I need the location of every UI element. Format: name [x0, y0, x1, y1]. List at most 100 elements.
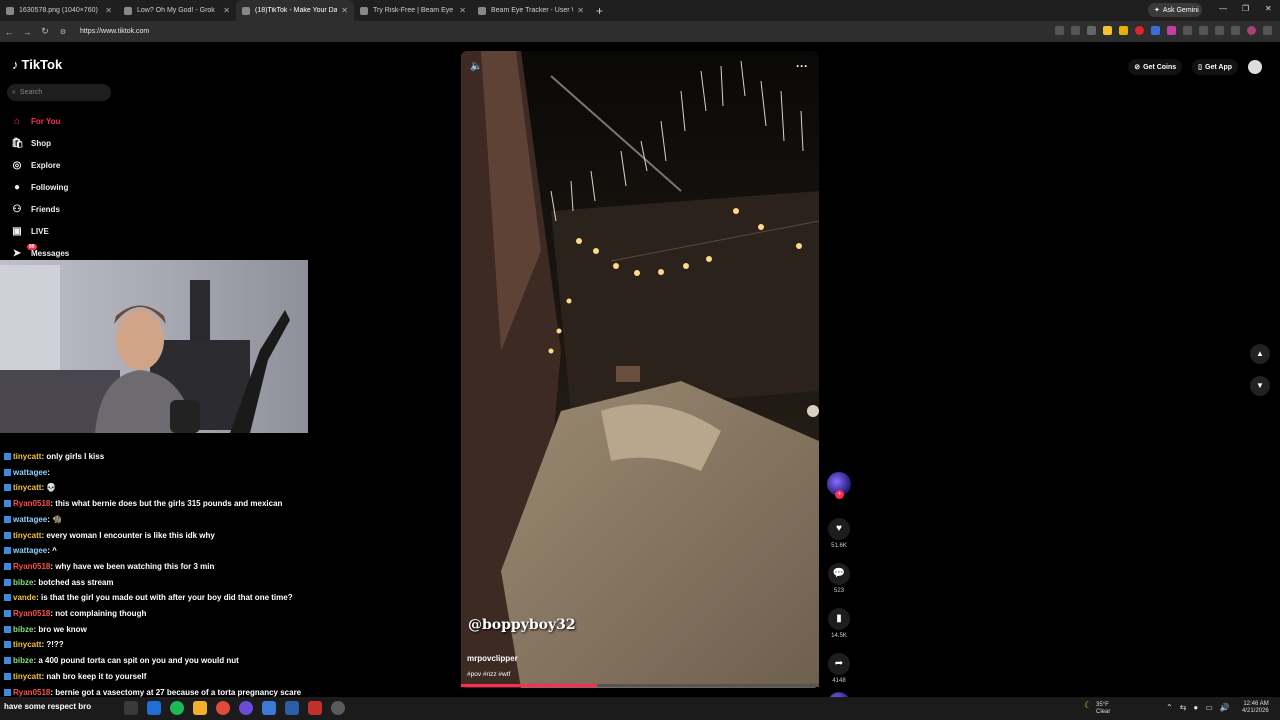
- chat-username[interactable]: wattagee: [13, 468, 47, 477]
- spotify-icon[interactable]: [170, 701, 184, 715]
- tab-close-icon[interactable]: ✕: [341, 6, 348, 15]
- mic-icon[interactable]: ●: [1193, 703, 1198, 712]
- follow-plus-icon[interactable]: +: [835, 490, 844, 499]
- chat-username[interactable]: tinycatt: [13, 452, 41, 461]
- obs-icon[interactable]: [331, 701, 345, 715]
- back-icon[interactable]: ←: [0, 27, 18, 37]
- browser-tab-1[interactable]: Low? Oh My God! - Grok ✕: [118, 0, 236, 21]
- network-icon[interactable]: ⇆: [1180, 703, 1187, 712]
- tab-close-icon[interactable]: ✕: [223, 6, 230, 15]
- ask-gemini-button[interactable]: ✦ Ask Gemini: [1148, 3, 1202, 17]
- chat-username[interactable]: bibze: [13, 625, 33, 634]
- browser-tab-2[interactable]: (18)TikTok - Make Your Day ✕: [236, 0, 354, 21]
- video-hashtags[interactable]: #pov #rizz #wtf: [467, 671, 510, 678]
- share-action[interactable]: ➦ 4148: [826, 653, 852, 684]
- extension-pink-icon[interactable]: [1167, 26, 1176, 35]
- chat-username[interactable]: Ryan0518: [13, 562, 50, 571]
- browser-tab-3[interactable]: Try Risk-Free | Beam Eye Tracke ✕: [354, 0, 472, 21]
- comment-icon[interactable]: 💬: [828, 563, 850, 585]
- bookmark-star-icon[interactable]: [1087, 26, 1096, 35]
- ask-gemini-label: Ask Gemini: [1162, 6, 1199, 14]
- discord-icon[interactable]: [239, 701, 253, 715]
- tab-close-icon[interactable]: ✕: [459, 6, 466, 15]
- profile-avatar[interactable]: [1248, 60, 1262, 74]
- share-icon[interactable]: ➦: [828, 653, 850, 675]
- extension-amber-icon[interactable]: [1119, 26, 1128, 35]
- save-count: 14.5K: [831, 633, 847, 639]
- close-window-icon[interactable]: ✕: [1265, 4, 1272, 13]
- steam-icon[interactable]: [285, 701, 299, 715]
- sidebar-item-for-you[interactable]: ⌂ For You: [11, 110, 69, 132]
- browser-menu-icon[interactable]: [1263, 26, 1272, 35]
- chat-username[interactable]: tinycatt: [13, 531, 41, 540]
- site-info-icon[interactable]: ⚙: [54, 28, 72, 36]
- sidebar-item-friends[interactable]: ⚇ Friends: [11, 198, 69, 220]
- cast-icon[interactable]: [1055, 26, 1064, 35]
- chat-username[interactable]: vande: [13, 593, 36, 602]
- chat-username[interactable]: tinycatt: [13, 640, 41, 649]
- restore-icon[interactable]: ❐: [1242, 4, 1249, 13]
- more-options-icon[interactable]: ···: [796, 59, 808, 73]
- minimize-icon[interactable]: —: [1219, 4, 1227, 13]
- tab-close-icon[interactable]: ✕: [105, 6, 112, 15]
- chat-username[interactable]: tinycatt: [13, 672, 41, 681]
- like-action[interactable]: ♥ 51.6K: [826, 518, 852, 549]
- browser-tab-0[interactable]: 1630578.png (1040×760) ✕: [0, 0, 118, 21]
- heart-icon[interactable]: ♥: [828, 518, 850, 540]
- browser-tab-4[interactable]: Beam Eye Tracker - User Web P ✕: [472, 0, 590, 21]
- reload-icon[interactable]: ↻: [36, 26, 54, 37]
- sidebar-item-following[interactable]: ● Following: [11, 176, 69, 198]
- extension-yellow-icon[interactable]: [1103, 26, 1112, 35]
- chat-username[interactable]: Ryan0518: [13, 609, 50, 618]
- speaker-icon[interactable]: 🔊: [1220, 703, 1230, 712]
- chat-username[interactable]: Ryan0518: [13, 499, 50, 508]
- tray-chevron-up-icon[interactable]: ⌃: [1166, 703, 1173, 712]
- chrome-icon[interactable]: [216, 701, 230, 715]
- next-video-chevron-down-icon[interactable]: ▼: [1250, 376, 1270, 396]
- new-tab-button[interactable]: +: [596, 4, 603, 18]
- forward-icon[interactable]: →: [18, 27, 36, 37]
- creator-name[interactable]: mrpovclipper: [467, 654, 518, 663]
- save-action[interactable]: ▮ 14.5K: [826, 608, 852, 639]
- url-field[interactable]: https://www.tiktok.com: [80, 28, 149, 35]
- sidebar-item-explore[interactable]: ◎ Explore: [11, 154, 69, 176]
- download-icon[interactable]: [1215, 26, 1224, 35]
- video-player[interactable]: [461, 51, 819, 688]
- profile-avatar-icon[interactable]: [1247, 26, 1256, 35]
- chat-username[interactable]: bibze: [13, 578, 33, 587]
- sidebar-item-shop[interactable]: 🛍 Shop: [11, 132, 69, 154]
- video-progress-bar[interactable]: [461, 684, 819, 687]
- sidebar-item-live[interactable]: ▣ LIVE: [11, 220, 69, 242]
- volume-icon[interactable]: 🔈: [470, 61, 482, 72]
- extension-blue-icon[interactable]: [1151, 26, 1160, 35]
- messages-icon: ➤: [12, 247, 22, 259]
- chat-username[interactable]: wattagee: [13, 515, 47, 524]
- split-view-icon[interactable]: [1231, 26, 1240, 35]
- tab-close-icon[interactable]: ✕: [577, 6, 584, 15]
- search-input[interactable]: ⌕ Search: [7, 84, 111, 101]
- creator-avatar[interactable]: +: [827, 472, 851, 499]
- bookmark-icon[interactable]: ▮: [828, 608, 850, 630]
- extension-red-icon[interactable]: [1135, 26, 1144, 35]
- comment-action[interactable]: 💬 523: [826, 563, 852, 594]
- extensions-puzzle-icon[interactable]: [1183, 26, 1192, 35]
- eye-off-icon[interactable]: [1071, 26, 1080, 35]
- copilot-icon[interactable]: [147, 701, 161, 715]
- display-icon[interactable]: ▭: [1205, 703, 1213, 712]
- browser-icon[interactable]: [262, 701, 276, 715]
- get-app-button[interactable]: ▯ Get App: [1192, 59, 1238, 75]
- game-launcher-icon[interactable]: [308, 701, 322, 715]
- chat-username[interactable]: wattagee: [13, 546, 47, 555]
- chat-message: tinycatt: ?!??: [4, 637, 334, 653]
- tiktok-logo[interactable]: ♪ TikTok: [12, 57, 62, 72]
- task-view-icon[interactable]: [124, 701, 138, 715]
- side-panel-icon[interactable]: [1199, 26, 1208, 35]
- chat-username[interactable]: Ryan0518: [13, 688, 50, 697]
- chat-username[interactable]: tinycatt: [13, 483, 41, 492]
- weather-widget[interactable]: ☾ 35°F Clear: [1084, 701, 1110, 716]
- get-coins-button[interactable]: ⊘ Get Coins: [1128, 59, 1183, 75]
- chat-username[interactable]: bibze: [13, 656, 33, 665]
- taskbar-clock[interactable]: 12:46 AM 4/21/2026: [1242, 701, 1269, 715]
- previous-video-chevron-up-icon[interactable]: ▲: [1250, 344, 1270, 364]
- file-explorer-icon[interactable]: [193, 701, 207, 715]
